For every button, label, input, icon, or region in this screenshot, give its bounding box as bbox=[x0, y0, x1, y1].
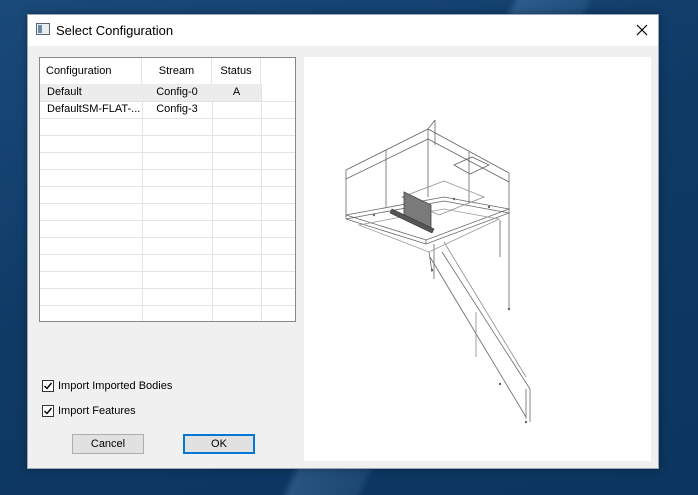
import-features-label: Import Features bbox=[58, 405, 136, 417]
dialog-content: Configuration Stream Status Default Conf… bbox=[28, 46, 658, 468]
cell-stream: Config-3 bbox=[156, 103, 198, 115]
column-header-configuration[interactable]: Configuration bbox=[40, 58, 142, 84]
ok-button[interactable]: OK bbox=[183, 434, 255, 454]
list-row-default[interactable]: Default Config-0 A bbox=[40, 84, 261, 101]
column-header-stream[interactable]: Stream bbox=[142, 58, 212, 84]
title-bar: Select Configuration bbox=[28, 15, 658, 46]
cell-configuration: DefaultSM-FLAT-... bbox=[47, 103, 141, 115]
checkmark-icon bbox=[44, 382, 53, 390]
close-button[interactable] bbox=[626, 15, 658, 45]
import-imported-bodies-checkbox[interactable] bbox=[42, 380, 54, 392]
configuration-list[interactable]: Configuration Stream Status Default Conf… bbox=[39, 57, 296, 322]
import-features-checkbox[interactable] bbox=[42, 405, 54, 417]
close-icon bbox=[636, 24, 648, 36]
cancel-button[interactable]: Cancel bbox=[72, 434, 144, 454]
list-header: Configuration Stream Status bbox=[40, 58, 295, 84]
import-features-option[interactable]: Import Features bbox=[42, 403, 136, 419]
cell-status: A bbox=[232, 86, 241, 98]
checkmark-icon bbox=[44, 407, 53, 415]
import-imported-bodies-label: Import Imported Bodies bbox=[58, 380, 173, 392]
list-gridlines bbox=[40, 84, 295, 321]
column-header-status[interactable]: Status bbox=[212, 58, 261, 84]
model-preview bbox=[304, 57, 651, 461]
dialog-title: Select Configuration bbox=[56, 23, 174, 38]
isometric-model-preview-image bbox=[345, 119, 531, 424]
select-configuration-dialog: Select Configuration Configuration Strea… bbox=[27, 14, 659, 469]
dialog-app-icon bbox=[36, 23, 50, 35]
import-imported-bodies-option[interactable]: Import Imported Bodies bbox=[42, 378, 172, 394]
list-row-defaultsm-flat[interactable]: DefaultSM-FLAT-... Config-3 bbox=[40, 101, 295, 118]
cell-status bbox=[212, 101, 261, 118]
cell-stream: Config-0 bbox=[156, 86, 198, 98]
cell-configuration: Default bbox=[47, 86, 82, 98]
